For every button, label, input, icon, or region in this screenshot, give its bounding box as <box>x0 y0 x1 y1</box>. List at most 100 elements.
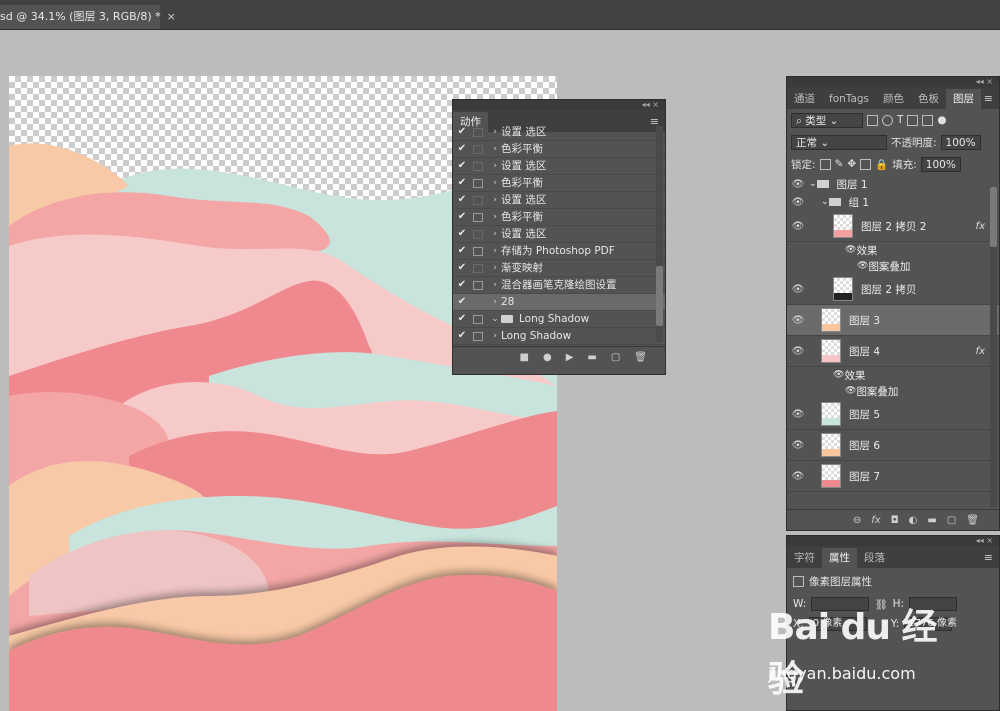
effect-eye-icon[interactable]: 👁 <box>845 245 856 255</box>
properties-panel-header[interactable]: ◂◂ × <box>787 536 999 546</box>
action-check-icon[interactable]: ✔ <box>453 294 471 310</box>
effect-eye-icon[interactable]: 👁 <box>845 386 856 396</box>
expand-icon[interactable]: ⌄ <box>809 179 817 189</box>
expand-icon[interactable]: › <box>489 175 501 191</box>
action-check-icon[interactable]: ✔ <box>453 141 471 157</box>
stop-icon[interactable]: ■ <box>520 352 529 363</box>
expand-icon[interactable]: › <box>489 226 501 242</box>
action-check-icon[interactable]: ✔ <box>453 158 471 174</box>
action-row[interactable]: ✔ › 设置 选区 <box>453 124 665 141</box>
fx-icon[interactable]: fx <box>871 515 880 526</box>
action-row[interactable]: ✔ › 色彩平衡 <box>453 141 665 158</box>
action-check-icon[interactable]: ✔ <box>453 277 471 293</box>
effect-eye-icon[interactable]: 👁 <box>857 261 868 271</box>
layers-panel-header[interactable]: ◂◂ × <box>787 77 999 87</box>
visibility-eye-icon[interactable]: 👁 <box>787 409 809 420</box>
record-icon[interactable]: ● <box>543 352 552 363</box>
dialog-toggle-icon[interactable] <box>473 178 483 188</box>
dialog-toggle-icon[interactable] <box>473 144 483 154</box>
layer-effect-row[interactable]: 👁 图案叠加 <box>787 383 999 399</box>
layer-effect-row[interactable]: 👁 效果 <box>787 367 999 383</box>
action-row[interactable]: ✔ › 28 <box>453 294 665 311</box>
action-check-icon[interactable]: ✔ <box>453 345 471 346</box>
expand-icon[interactable]: › <box>489 328 501 344</box>
close-tab-icon[interactable]: × <box>167 10 176 23</box>
tab-0[interactable]: 字符 <box>787 548 822 568</box>
visibility-eye-icon[interactable]: 👁 <box>787 471 809 482</box>
expand-icon[interactable]: › <box>489 260 501 276</box>
action-check-icon[interactable]: ✔ <box>453 209 471 225</box>
action-check-icon[interactable]: ✔ <box>453 226 471 242</box>
expand-icon[interactable]: › <box>489 294 501 310</box>
tab-4[interactable]: 图层 <box>946 89 982 109</box>
action-row[interactable]: ✔ › 色彩平衡 <box>453 209 665 226</box>
dialog-toggle-icon[interactable] <box>473 263 483 273</box>
expand-icon[interactable]: › <box>489 158 501 174</box>
expand-icon[interactable]: › <box>489 124 501 140</box>
expand-icon[interactable]: › <box>489 345 501 346</box>
expand-icon[interactable]: › <box>489 243 501 259</box>
shape-filter-icon[interactable] <box>907 114 919 126</box>
fx-badge-icon[interactable]: fx <box>976 346 985 357</box>
expand-icon[interactable]: ⌄ <box>489 311 501 327</box>
filter-toggle-icon[interactable]: ● <box>937 114 946 126</box>
expand-icon[interactable]: ⌄ <box>821 197 829 207</box>
action-row[interactable]: ✔ › 设置 选区 <box>453 158 665 175</box>
layer-row[interactable]: 👁 图层 3 <box>787 305 999 336</box>
filter-dropdown[interactable]: ⌕ 类型 ⌄ <box>791 112 863 128</box>
expand-icon[interactable]: › <box>489 277 501 293</box>
action-row[interactable]: ✔ › 设置 选区 <box>453 226 665 243</box>
actions-scrollbar[interactable] <box>656 126 663 342</box>
lock-artboard-icon[interactable] <box>860 158 872 170</box>
dialog-toggle-icon[interactable] <box>473 246 483 256</box>
pixel-filter-icon[interactable] <box>867 114 878 126</box>
action-row[interactable]: ✔ › 存储为 Photoshop PDF <box>453 243 665 260</box>
visibility-eye-icon[interactable]: 👁 <box>787 346 809 357</box>
layer-row[interactable]: 👁 图层 4 fx <box>787 336 999 367</box>
expand-icon[interactable]: › <box>489 141 501 157</box>
tab-1[interactable]: fonTags <box>822 89 876 109</box>
dialog-toggle-icon[interactable] <box>473 195 483 205</box>
group-icon[interactable]: ▬ <box>927 515 936 526</box>
action-check-icon[interactable]: ✔ <box>453 243 471 259</box>
action-check-icon[interactable]: ✔ <box>453 175 471 191</box>
action-row[interactable]: ✔ › 渐变映射 <box>453 260 665 277</box>
adjust-filter-icon[interactable] <box>882 114 893 126</box>
dialog-toggle-icon[interactable] <box>473 127 483 137</box>
layer-row[interactable]: 👁 图层 2 拷贝 2 fx <box>787 211 999 242</box>
adjustment-icon[interactable]: ◐ <box>909 515 918 526</box>
blend-mode-dropdown[interactable]: 正常 ⌄ <box>791 134 887 150</box>
dialog-toggle-icon[interactable] <box>473 280 483 290</box>
folder-icon[interactable]: ▬ <box>587 352 596 363</box>
layer-row[interactable]: 👁 图层 2 拷贝 <box>787 274 999 305</box>
lock-all-icon[interactable]: 🔒 <box>875 158 888 171</box>
action-check-icon[interactable]: ✔ <box>453 192 471 208</box>
visibility-eye-icon[interactable]: 👁 <box>787 221 809 232</box>
new-action-icon[interactable]: ▢ <box>611 352 620 363</box>
layer-effect-row[interactable]: 👁 效果 <box>787 242 999 258</box>
expand-icon[interactable]: › <box>489 209 501 225</box>
actions-panel-header[interactable]: ◂◂ × <box>453 100 665 110</box>
fill-input[interactable]: 100% <box>920 156 961 172</box>
panel-menu-icon[interactable]: ≡ <box>984 548 993 568</box>
tab-0[interactable]: 通道 <box>787 89 822 109</box>
layer-group-row[interactable]: 👁 ⌄ 图层 1 <box>787 175 999 193</box>
visibility-eye-icon[interactable]: 👁 <box>787 315 809 326</box>
dialog-toggle-icon[interactable] <box>473 161 483 171</box>
layer-row[interactable]: 👁 图层 7 <box>787 461 999 492</box>
dialog-toggle-icon[interactable] <box>473 331 483 341</box>
layer-row[interactable]: 👁 图层 6 <box>787 430 999 461</box>
opacity-input[interactable]: 100% <box>940 134 981 150</box>
new-layer-icon[interactable]: ▢ <box>947 515 956 526</box>
dialog-toggle-icon[interactable] <box>473 314 483 324</box>
layer-effect-row[interactable]: 👁 图案叠加 <box>787 258 999 274</box>
layers-scrollbar[interactable] <box>990 187 997 507</box>
layer-group-row[interactable]: 👁 ⌄ 组 1 <box>787 193 999 211</box>
trash-icon[interactable]: 🗑 <box>966 515 979 526</box>
type-filter-icon[interactable]: T <box>897 114 903 126</box>
action-row[interactable]: ✔ › Long Shadow <box>453 345 665 346</box>
panel-menu-icon[interactable]: ≡ <box>984 89 993 109</box>
dialog-toggle-icon[interactable] <box>473 212 483 222</box>
visibility-eye-icon[interactable]: 👁 <box>787 284 809 295</box>
play-icon[interactable]: ▶ <box>566 352 574 363</box>
